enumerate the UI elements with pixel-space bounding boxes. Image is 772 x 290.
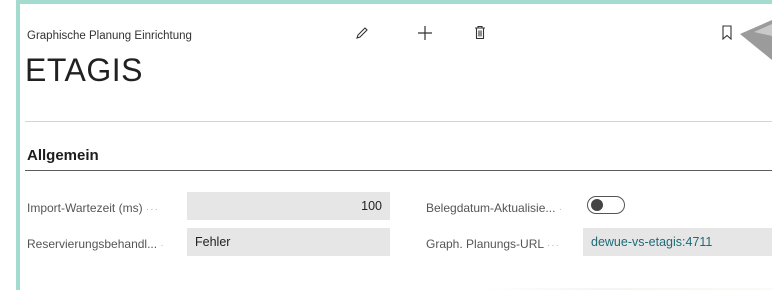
date-update-toggle[interactable] [587,196,625,214]
field-label-import-wait: Import-Wartezeit (ms) ··· [27,201,159,215]
page-caption: Graphische Planung Einrichtung [27,30,192,42]
field-label-planning-url: Graph. Planungs-URL ··· [426,237,560,251]
import-wait-input[interactable]: 100 [187,192,390,220]
setup-card: Graphische Planung Einrichtung ETAGIS Al… [20,4,772,288]
header-divider [25,121,772,122]
edit-button[interactable] [348,20,376,50]
planning-url-value[interactable]: dewue-vs-etagis:4711 [591,235,712,249]
field-label-text: Reservierungsbehandl... [27,237,158,251]
label-dots: ··· [145,204,159,215]
field-label-reservation: Reservierungsbehandl... · [27,237,165,251]
field-label-text: Graph. Planungs-URL [426,237,544,251]
import-wait-value: 100 [361,199,382,213]
delete-button[interactable] [466,20,494,50]
new-button[interactable] [411,20,439,50]
delete-icon [473,25,487,45]
field-label-date-update: Belegdatum-Aktualisie... · [426,201,563,215]
planning-url-input[interactable]: dewue-vs-etagis:4711 [583,228,772,256]
corner-decoration [740,20,772,60]
label-dots: · [558,204,564,215]
toggle-knob [591,199,603,211]
page-title: ETAGIS [25,52,143,88]
field-label-text: Import-Wartezeit (ms) [27,201,143,215]
edit-icon [355,26,369,45]
reservation-value: Fehler [195,235,231,249]
section-title-general[interactable]: Allgemein [27,147,99,164]
new-icon [417,25,433,46]
reservation-select[interactable]: Fehler [187,228,390,256]
label-dots: · [160,240,165,251]
field-label-text: Belegdatum-Aktualisie... [426,201,556,215]
label-dots: ··· [546,240,560,251]
section-divider [25,170,772,171]
